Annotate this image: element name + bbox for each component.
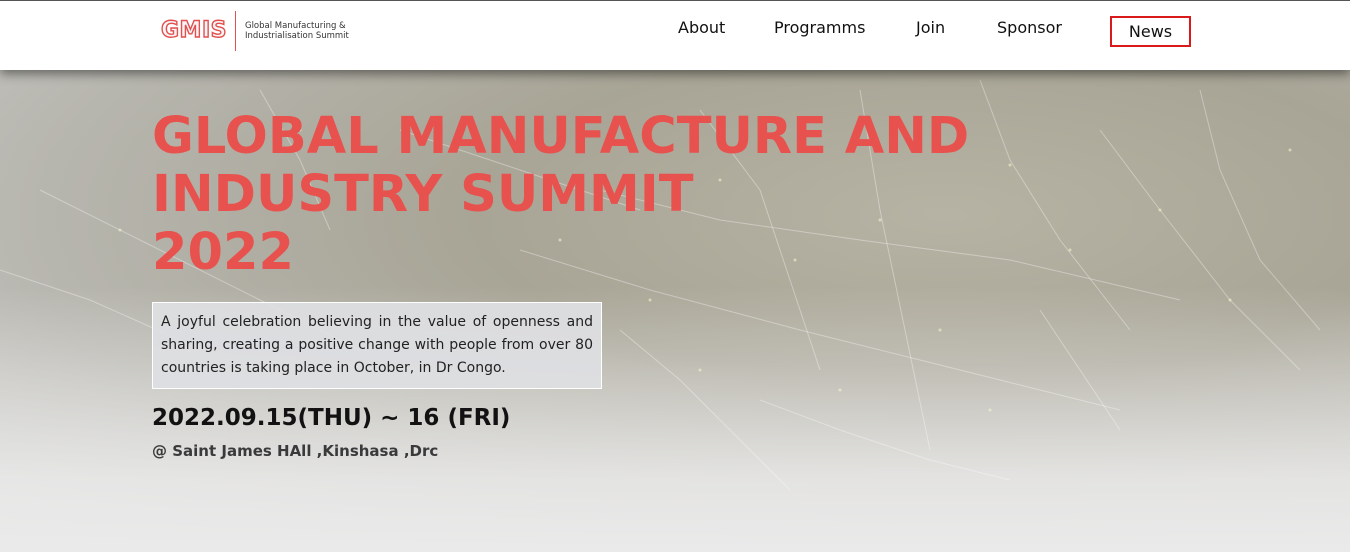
description-text: A joyful celebration believing in the va… <box>161 314 593 376</box>
event-date: 2022.09.15(THU) ~ 16 (FRI) <box>152 405 511 431</box>
site-header: GMIS Global Manufacturing & Industrialis… <box>0 0 1350 70</box>
gmis-logo[interactable]: GMIS Global Manufacturing & Industrialis… <box>160 11 385 51</box>
hero-title-line1: GLOBAL MANUFACTURE AND <box>152 107 970 166</box>
hero-title: GLOBAL MANUFACTURE AND INDUSTRY SUMMIT 2… <box>152 108 1052 282</box>
description-box: A joyful celebration believing in the va… <box>152 302 602 389</box>
nav-news[interactable]: News <box>1110 16 1191 47</box>
hero-section: GLOBAL MANUFACTURE AND INDUSTRY SUMMIT 2… <box>0 70 1350 552</box>
logo-mark: GMIS <box>160 18 227 43</box>
page: GMIS Global Manufacturing & Industrialis… <box>0 0 1350 552</box>
nav-join[interactable]: Join <box>916 18 945 40</box>
hero-title-line3: 2022 <box>152 223 294 282</box>
hero-title-line2: INDUSTRY SUMMIT <box>152 165 694 224</box>
nav-sponsor[interactable]: Sponsor <box>997 18 1062 40</box>
event-venue: @ Saint James HAll ,Kinshasa ,Drc <box>152 442 439 460</box>
logo-subtitle: Global Manufacturing & Industrialisation… <box>244 21 349 41</box>
logo-divider <box>234 11 236 51</box>
nav-programms[interactable]: Programms <box>774 18 865 40</box>
nav-about[interactable]: About <box>678 18 725 40</box>
